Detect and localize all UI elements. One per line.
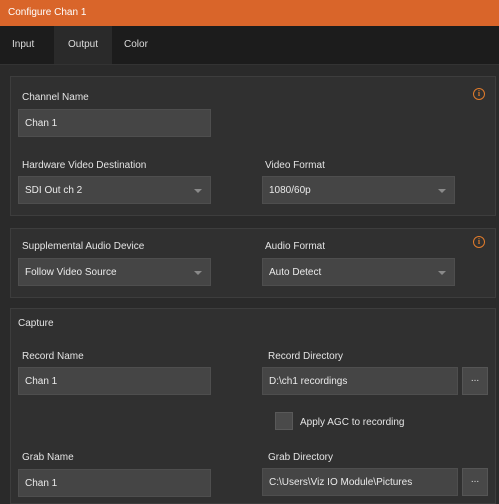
record-dir-label: Record Directory	[268, 351, 344, 362]
grab-dir-label: Grab Directory	[268, 452, 334, 463]
grab-dir-field[interactable]: C:\Users\Viz IO Module\Pictures	[262, 468, 458, 496]
grab-name-field[interactable]: Chan 1	[18, 469, 211, 497]
audio-format-value: Auto Detect	[269, 267, 322, 278]
chevron-down-icon	[438, 271, 446, 275]
supp-audio-select[interactable]: Follow Video Source	[18, 258, 211, 286]
hw-video-dest-select[interactable]: SDI Out ch 2	[18, 176, 211, 204]
grab-dir-browse-button[interactable]: ...	[462, 468, 488, 496]
audio-format-select[interactable]: Auto Detect	[262, 258, 455, 286]
supp-audio-value: Follow Video Source	[25, 267, 117, 278]
hw-video-dest-label: Hardware Video Destination	[22, 160, 147, 171]
chevron-down-icon	[194, 271, 202, 275]
record-name-field[interactable]: Chan 1	[18, 367, 211, 395]
audio-format-label: Audio Format	[265, 241, 326, 252]
capture-title: Capture	[18, 318, 54, 329]
window-title: Configure Chan 1	[0, 0, 499, 26]
tab-color[interactable]: Color	[114, 26, 158, 64]
tab-output[interactable]: Output	[54, 26, 112, 64]
record-dir-browse-button[interactable]: ...	[462, 367, 488, 395]
record-name-label: Record Name	[22, 351, 84, 362]
tab-input[interactable]: Input	[2, 26, 44, 64]
hw-video-dest-value: SDI Out ch 2	[25, 185, 83, 196]
tab-bar: Input Output Color	[0, 26, 499, 65]
agc-checkbox[interactable]	[275, 412, 293, 430]
video-format-select[interactable]: 1080/60p	[262, 176, 455, 204]
agc-label: Apply AGC to recording	[300, 417, 405, 428]
info-icon[interactable]: i	[473, 88, 485, 100]
info-icon[interactable]: i	[473, 236, 485, 248]
grab-name-label: Grab Name	[22, 452, 74, 463]
chevron-down-icon	[194, 189, 202, 193]
video-format-value: 1080/60p	[269, 185, 311, 196]
channel-name-field[interactable]: Chan 1	[18, 109, 211, 137]
video-format-label: Video Format	[265, 160, 325, 171]
supp-audio-label: Supplemental Audio Device	[22, 241, 145, 252]
channel-name-label: Channel Name	[22, 92, 89, 103]
chevron-down-icon	[438, 189, 446, 193]
record-dir-field[interactable]: D:\ch1 recordings	[262, 367, 458, 395]
